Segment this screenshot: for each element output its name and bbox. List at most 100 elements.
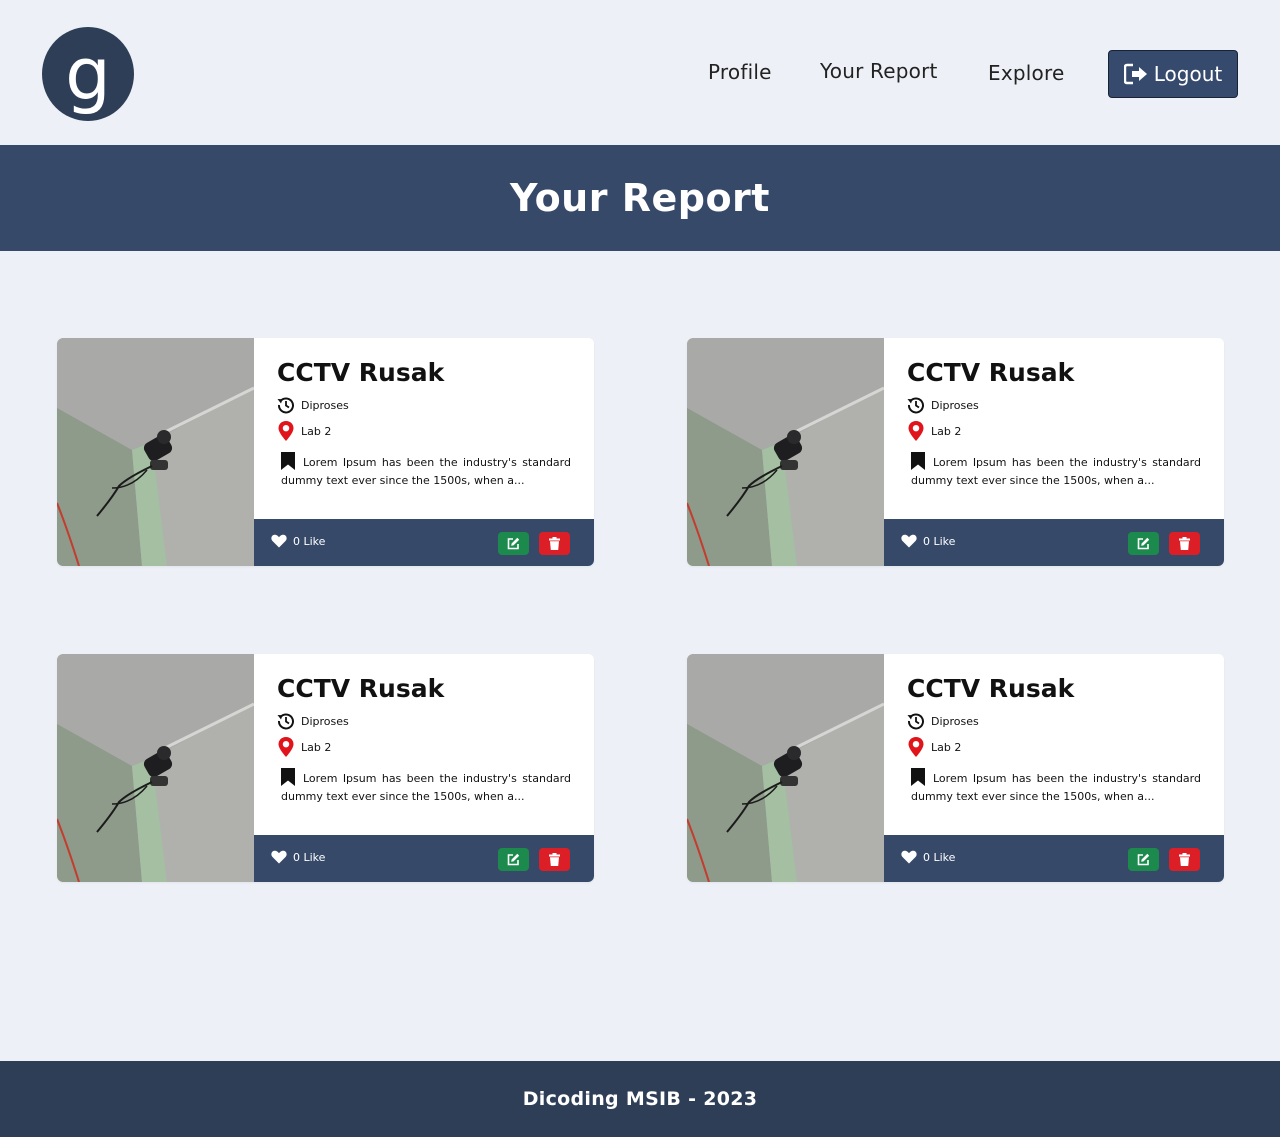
report-description-text: Lorem Ipsum has been the industry's stan… — [911, 772, 1201, 803]
edit-icon — [1137, 853, 1150, 866]
delete-button[interactable] — [1169, 532, 1200, 555]
report-description-text: Lorem Ipsum has been the industry's stan… — [281, 772, 571, 803]
heart-icon — [271, 850, 287, 864]
logout-button[interactable]: Logout — [1108, 50, 1238, 98]
report-title: CCTV Rusak — [277, 674, 445, 703]
report-location: Lab 2 — [277, 420, 331, 442]
history-icon — [907, 397, 924, 414]
like-button[interactable]: 0 Like — [901, 534, 955, 548]
like-button[interactable]: 0 Like — [271, 850, 325, 864]
like-count: 0 Like — [923, 534, 956, 548]
heart-icon — [901, 534, 917, 548]
report-card-body: CCTV Rusak Diproses Lab 2 Lorem Ipsum ha… — [254, 338, 594, 519]
report-status-text: Diproses — [931, 398, 979, 412]
report-card[interactable]: CCTV Rusak Diproses Lab 2 Lorem Ipsum ha… — [57, 338, 594, 566]
report-photo — [57, 654, 254, 882]
map-pin-icon — [278, 421, 294, 441]
svg-text:g: g — [65, 32, 111, 116]
bookmark-icon — [281, 768, 295, 786]
report-status-text: Diproses — [301, 714, 349, 728]
edit-button[interactable] — [498, 532, 529, 555]
report-photo — [57, 338, 254, 566]
logout-label: Logout — [1153, 62, 1223, 86]
logo-mark: g — [65, 32, 111, 116]
report-description-text: Lorem Ipsum has been the industry's stan… — [281, 456, 571, 487]
sign-out-icon — [1123, 63, 1147, 85]
like-count: 0 Like — [293, 850, 326, 864]
edit-button[interactable] — [1128, 532, 1159, 555]
report-title: CCTV Rusak — [907, 358, 1075, 387]
footer: Dicoding MSIB - 2023 — [0, 1061, 1280, 1137]
report-photo — [687, 338, 884, 566]
report-card-footer: 0 Like — [254, 835, 594, 882]
report-card-body: CCTV Rusak Diproses Lab 2 Lorem Ipsum ha… — [884, 654, 1224, 835]
edit-icon — [507, 853, 520, 866]
report-status: Diproses — [277, 712, 349, 730]
map-pin-icon — [908, 737, 924, 757]
report-image[interactable] — [687, 654, 884, 882]
heart-icon — [901, 850, 917, 864]
delete-button[interactable] — [539, 532, 570, 555]
report-description-text: Lorem Ipsum has been the industry's stan… — [911, 456, 1201, 487]
report-location: Lab 2 — [907, 736, 961, 758]
report-card[interactable]: CCTV Rusak Diproses Lab 2 Lorem Ipsum ha… — [687, 654, 1224, 882]
like-count: 0 Like — [923, 850, 956, 864]
bookmark-icon — [281, 452, 295, 470]
report-description: Lorem Ipsum has been the industry's stan… — [911, 768, 1201, 806]
report-card-footer: 0 Like — [884, 519, 1224, 566]
trash-icon — [549, 537, 560, 550]
report-status-text: Diproses — [301, 398, 349, 412]
report-location-text: Lab 2 — [931, 740, 962, 754]
map-pin-icon — [908, 421, 924, 441]
report-status: Diproses — [907, 712, 979, 730]
report-title: CCTV Rusak — [907, 674, 1075, 703]
like-count: 0 Like — [293, 534, 326, 548]
report-status: Diproses — [907, 396, 979, 414]
edit-icon — [507, 537, 520, 550]
like-button[interactable]: 0 Like — [901, 850, 955, 864]
delete-button[interactable] — [539, 848, 570, 871]
report-card[interactable]: CCTV Rusak Diproses Lab 2 Lorem Ipsum ha… — [687, 338, 1224, 566]
nav-link-your-report[interactable]: Your Report — [820, 59, 938, 83]
trash-icon — [1179, 853, 1190, 866]
like-button[interactable]: 0 Like — [271, 534, 325, 548]
page-title: Your Report — [510, 176, 770, 220]
history-icon — [907, 713, 924, 730]
report-card-body: CCTV Rusak Diproses Lab 2 Lorem Ipsum ha… — [884, 338, 1224, 519]
report-card[interactable]: CCTV Rusak Diproses Lab 2 Lorem Ipsum ha… — [57, 654, 594, 882]
bookmark-icon — [911, 768, 925, 786]
footer-text: Dicoding MSIB - 2023 — [522, 1088, 758, 1110]
edit-icon — [1137, 537, 1150, 550]
history-icon — [277, 713, 294, 730]
edit-button[interactable] — [1128, 848, 1159, 871]
report-status-text: Diproses — [931, 714, 979, 728]
report-title: CCTV Rusak — [277, 358, 445, 387]
heart-icon — [271, 534, 287, 548]
report-card-body: CCTV Rusak Diproses Lab 2 Lorem Ipsum ha… — [254, 654, 594, 835]
bookmark-icon — [911, 452, 925, 470]
trash-icon — [549, 853, 560, 866]
report-image[interactable] — [57, 654, 254, 882]
report-photo — [687, 654, 884, 882]
report-card-footer: 0 Like — [254, 519, 594, 566]
report-status: Diproses — [277, 396, 349, 414]
trash-icon — [1179, 537, 1190, 550]
logo[interactable]: g — [42, 27, 134, 121]
report-location: Lab 2 — [907, 420, 961, 442]
report-description: Lorem Ipsum has been the industry's stan… — [281, 452, 571, 490]
page-banner: Your Report — [0, 145, 1280, 251]
report-description: Lorem Ipsum has been the industry's stan… — [281, 768, 571, 806]
delete-button[interactable] — [1169, 848, 1200, 871]
nav-link-profile[interactable]: Profile — [708, 60, 772, 84]
report-location: Lab 2 — [277, 736, 331, 758]
report-image[interactable] — [57, 338, 254, 566]
history-icon — [277, 397, 294, 414]
report-description: Lorem Ipsum has been the industry's stan… — [911, 452, 1201, 490]
edit-button[interactable] — [498, 848, 529, 871]
report-location-text: Lab 2 — [301, 740, 332, 754]
nav-link-explore[interactable]: Explore — [988, 61, 1064, 85]
navbar: g Profile Your Report Explore Logout — [0, 0, 1280, 145]
report-card-footer: 0 Like — [884, 835, 1224, 882]
report-image[interactable] — [687, 338, 884, 566]
report-location-text: Lab 2 — [931, 424, 962, 438]
